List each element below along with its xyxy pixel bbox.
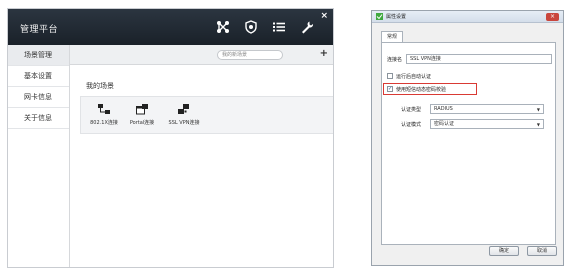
shield-icon[interactable] (242, 18, 260, 36)
tab-general[interactable]: 常规 (381, 31, 404, 42)
dialog-close-button[interactable]: × (546, 13, 559, 21)
auth-mode-value: 密码认证 (434, 121, 455, 127)
dialog-title-bar: 属性设置 × (372, 11, 563, 23)
auth-type-select[interactable]: RADIUS ▼ (430, 104, 544, 114)
search-bar: 我的新场景 + (70, 45, 333, 65)
sidebar-item-about[interactable]: 关于信息 (8, 108, 69, 129)
wrench-icon[interactable] (298, 18, 316, 36)
sidebar-item-scene-management[interactable]: 场景管理 (8, 45, 69, 66)
chevron-down-icon: ▼ (536, 122, 540, 127)
auto-auth-checkbox[interactable] (387, 73, 393, 79)
scene-item-sslvpn[interactable]: SSL VPN连接 (161, 97, 207, 133)
scene-item-8021x[interactable]: 802.1X连接 (85, 97, 123, 133)
auth-mode-select[interactable]: 密码认证 ▼ (430, 119, 544, 129)
title-bar: 管理平台 × (8, 9, 333, 45)
sidebar: 场景管理 基本设置 网卡信息 关于信息 (8, 45, 70, 267)
close-button[interactable]: × (320, 11, 328, 21)
sms-otp-label: 使用短信动态密码校验 (396, 87, 447, 93)
chevron-down-icon: ▼ (536, 107, 540, 112)
section-title: 我的场景 (86, 82, 114, 90)
cancel-button[interactable]: 取消 (527, 246, 557, 256)
general-panel: 连接名 SSL VPN连接 运行后自动认证 ✓ 使用短信动态密码校验 认证类型 … (381, 42, 556, 245)
auto-auth-label: 运行后自动认证 (396, 74, 432, 80)
dialog-title: 属性设置 (386, 14, 407, 20)
tab-bar: 常规 (381, 31, 404, 42)
sidebar-item-basic-settings[interactable]: 基本设置 (8, 66, 69, 87)
main-panel: 我的新场景 + 我的场景 802.1X连接 Portal连接 SSL VPN连接 (70, 45, 333, 267)
app-title: 管理平台 (20, 25, 59, 35)
scene-label: Portal连接 (129, 120, 155, 126)
search-input[interactable]: 我的新场景 (217, 50, 283, 60)
auth-type-value: RADIUS (434, 106, 453, 112)
sms-otp-checkbox[interactable]: ✓ (387, 86, 393, 92)
list-icon[interactable] (270, 18, 288, 36)
add-scene-button[interactable]: + (320, 48, 328, 59)
app-icon (376, 13, 383, 20)
ok-button[interactable]: 确定 (489, 246, 519, 256)
network-icon[interactable] (214, 18, 232, 36)
scene-label: 802.1X连接 (90, 120, 118, 126)
properties-dialog: 属性设置 × 常规 连接名 SSL VPN连接 运行后自动认证 ✓ 使用短信动态… (371, 10, 564, 266)
scene-item-portal[interactable]: Portal连接 (123, 97, 161, 133)
scene-label: SSL VPN连接 (168, 120, 200, 126)
connection-name-label: 连接名 (387, 57, 403, 63)
auth-type-label: 认证类型 (401, 107, 422, 113)
toolbar (214, 18, 316, 36)
portal-window-icon (136, 104, 148, 115)
vpn-network-icon (178, 104, 189, 114)
pc-network-icon (98, 104, 110, 114)
connection-name-field[interactable]: SSL VPN连接 (406, 54, 552, 64)
scene-list: 802.1X连接 Portal连接 SSL VPN连接 (80, 96, 333, 134)
auth-mode-label: 认证模式 (401, 122, 422, 128)
sidebar-item-nic-info[interactable]: 网卡信息 (8, 87, 69, 108)
platform-window: 管理平台 × 场景管理 基本设置 网卡信息 关于信息 我的新场景 + 我的场景 … (7, 8, 334, 268)
